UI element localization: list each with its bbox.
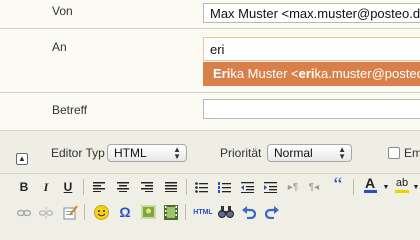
subject-label: Betreff bbox=[52, 103, 88, 117]
ltr-icon[interactable]: ▸¶ bbox=[285, 179, 301, 195]
font-color-letter: A bbox=[364, 175, 376, 191]
select-arrows-icon: ▲ ▼ bbox=[173, 145, 181, 161]
editor-type-select[interactable]: HTML ▲ ▼ bbox=[107, 144, 187, 162]
from-label: Von bbox=[52, 4, 73, 18]
priority-select[interactable]: Normal ▲ ▼ bbox=[267, 144, 352, 162]
editor-toolbar-row-2: Ω HTML bbox=[0, 202, 420, 226]
priority-label: Priorität bbox=[220, 146, 262, 160]
suggestion-match-address: eri bbox=[298, 66, 315, 81]
divider bbox=[0, 28, 420, 29]
redo-icon[interactable] bbox=[264, 204, 280, 220]
from-field[interactable]: Max Muster <max.muster@posteo.de> bbox=[203, 3, 420, 23]
collapse-toggle-icon[interactable]: ▲ bbox=[16, 153, 28, 165]
special-character-icon[interactable]: Ω bbox=[117, 204, 133, 220]
image-icon[interactable] bbox=[140, 204, 156, 220]
blockquote-icon[interactable]: “ bbox=[330, 174, 346, 196]
checkbox-label: Em bbox=[404, 146, 420, 160]
suggestion-name-rest: ka Muster < bbox=[230, 66, 299, 81]
edit-source-icon[interactable] bbox=[62, 204, 78, 220]
suggestion-match: Eri bbox=[213, 66, 231, 81]
link-icon[interactable] bbox=[16, 205, 32, 221]
align-left-icon[interactable] bbox=[91, 179, 107, 195]
option-checkbox[interactable] bbox=[388, 147, 400, 159]
outdent-icon[interactable] bbox=[239, 179, 255, 195]
html-source-icon[interactable]: HTML bbox=[193, 204, 213, 220]
align-center-icon[interactable] bbox=[115, 179, 131, 195]
undo-icon[interactable] bbox=[241, 204, 257, 220]
align-justify-icon[interactable] bbox=[163, 179, 179, 195]
numbered-list-icon[interactable] bbox=[216, 179, 232, 195]
media-icon[interactable] bbox=[163, 204, 179, 220]
divider bbox=[0, 92, 420, 93]
font-color-dropdown-icon[interactable]: ▼ bbox=[378, 179, 394, 195]
separator bbox=[84, 204, 85, 220]
separator bbox=[186, 179, 187, 195]
subject-field[interactable] bbox=[203, 99, 420, 119]
align-right-icon[interactable] bbox=[139, 179, 155, 195]
select-arrows-icon: ▲ ▼ bbox=[338, 145, 346, 161]
bulleted-list-icon[interactable] bbox=[193, 179, 209, 195]
priority-value: Normal bbox=[274, 146, 313, 160]
rtl-icon[interactable]: ¶◂ bbox=[306, 179, 322, 195]
highlight-letters: ab bbox=[395, 177, 409, 189]
font-color-swatch bbox=[363, 190, 377, 193]
separator bbox=[83, 179, 84, 195]
find-replace-icon[interactable] bbox=[218, 204, 234, 220]
unlink-icon[interactable] bbox=[38, 205, 54, 221]
italic-icon[interactable]: I bbox=[38, 179, 54, 195]
editor-type-label: Editor Typ bbox=[51, 146, 105, 160]
highlight-dropdown-icon[interactable]: ▼ bbox=[408, 179, 420, 195]
autocomplete-suggestion[interactable]: Erika Muster <erika.muster@posteo.de bbox=[203, 62, 420, 86]
to-field[interactable]: eri bbox=[203, 37, 420, 61]
to-label: An bbox=[52, 40, 67, 54]
divider bbox=[0, 173, 420, 174]
editor-type-value: HTML bbox=[114, 146, 147, 160]
editor-toolbar-row-1: B I U ▸¶ ¶◂ “ A ▼ ab ▼ bbox=[0, 174, 420, 201]
font-color-icon[interactable]: A bbox=[362, 175, 378, 193]
separator bbox=[353, 179, 354, 195]
bold-icon[interactable]: B bbox=[16, 179, 32, 195]
emoticon-icon[interactable] bbox=[93, 204, 109, 220]
suggestion-address-rest: ka.muster@posteo.de bbox=[314, 66, 420, 81]
highlight-swatch bbox=[395, 190, 409, 193]
indent-icon[interactable] bbox=[262, 179, 278, 195]
underline-icon[interactable]: U bbox=[60, 179, 76, 195]
separator bbox=[185, 204, 186, 220]
